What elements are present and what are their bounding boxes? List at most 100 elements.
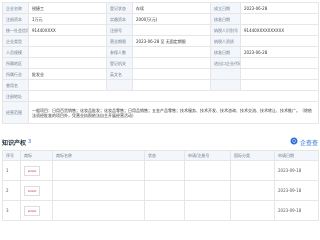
- class-cell: [230, 160, 275, 181]
- scope-value: 一般项目：日用百货销售；化妆品批发；化妆品零售；日用品销售；五金产品零售；技术服…: [28, 101, 319, 124]
- info-label: 核准日期: [210, 13, 241, 25]
- info-value: [240, 57, 319, 69]
- trademark-table: 序号 商标 商标名称 状态 申请/注册号 国际分类 申请日期 1 LOGO 20…: [2, 150, 319, 221]
- col-header: 申请/注册号: [184, 150, 231, 161]
- info-value: [28, 57, 107, 69]
- trademark-logo: LOGO: [24, 185, 40, 196]
- trademark-name-cell: [52, 200, 145, 221]
- class-cell: [230, 180, 275, 201]
- table-row[interactable]: 3 LOGO 2023-09-18: [2, 200, 319, 221]
- info-row: 人员规模 参保人数 核准日期 2023-06-28: [2, 46, 319, 58]
- brand-link[interactable]: Q 企查查: [290, 137, 318, 147]
- scope-label: 经营范围: [2, 101, 29, 124]
- info-value: 存续: [132, 2, 211, 14]
- section-title: 知识产权: [2, 139, 27, 147]
- info-label: 所属地区: [2, 57, 29, 69]
- info-label: 统一社会信用代码: [2, 24, 29, 36]
- info-value: 批发业: [28, 68, 107, 80]
- info-label: 纳税人识别号: [210, 24, 241, 36]
- company-info-table: 企业名称 锐捷工 登记状态 存续 成立日期 2023-06-28 注册资本 1万…: [2, 2, 319, 124]
- status-cell: [144, 160, 185, 181]
- info-value: 91440XXXX: [28, 24, 107, 36]
- info-value: [28, 79, 107, 91]
- info-label: [106, 79, 133, 91]
- info-label: 注册号: [106, 24, 133, 36]
- info-value: [132, 79, 211, 91]
- reg-cell: [184, 200, 231, 221]
- info-row: 注册资本 1万元 实缴资本 2000万(元) 核准日期: [2, 13, 319, 25]
- info-label: 核准日期: [210, 46, 241, 58]
- status-cell: [144, 180, 185, 201]
- info-label: 曾用名: [2, 79, 29, 91]
- trademark-logo-cell: LOGO: [20, 160, 53, 181]
- scope-row: 经营范围 一般项目：日用百货销售；化妆品批发；化妆品零售；日用品销售；五金产品零…: [2, 101, 319, 124]
- trademark-logo-cell: LOGO: [20, 200, 53, 221]
- status-cell: [144, 200, 185, 221]
- info-value: [132, 24, 211, 36]
- reg-cell: [184, 180, 231, 201]
- info-label: 登记状态: [106, 2, 133, 14]
- info-value: [28, 35, 107, 47]
- info-label: 实缴资本: [106, 13, 133, 25]
- trademark-section-header: 知识产权 3 Q 企查查: [2, 135, 318, 149]
- trademark-logo-cell: LOGO: [20, 180, 53, 201]
- info-value: [28, 46, 107, 58]
- address-label: 注册地址: [2, 90, 29, 102]
- info-label: 登记机关: [106, 57, 133, 69]
- info-label: [210, 68, 241, 80]
- svg-text:Q: Q: [292, 139, 296, 145]
- info-value: [240, 13, 319, 25]
- trademark-header-row: 序号 商标 商标名称 状态 申请/注册号 国际分类 申请日期: [2, 150, 319, 161]
- address-value: [28, 90, 319, 102]
- info-row: 统一社会信用代码 91440XXXX 注册号 纳税人识别号 91440XXXXX…: [2, 24, 319, 36]
- col-header: 序号: [2, 150, 21, 161]
- info-value: 2000万(元): [132, 13, 211, 25]
- info-value: [240, 79, 319, 91]
- trademark-logo: LOGO: [24, 165, 40, 176]
- info-label: 企业名称: [2, 2, 29, 14]
- info-label: 英文名: [106, 68, 133, 80]
- row-index: 3: [2, 200, 21, 221]
- info-value: 2023-06-28: [240, 46, 319, 58]
- info-value: [132, 46, 211, 58]
- col-header: 申请日期: [274, 150, 319, 161]
- info-label: 参保人数: [106, 46, 133, 58]
- page: 企业名称 锐捷工 登记状态 存续 成立日期 2023-06-28 注册资本 1万…: [0, 0, 320, 240]
- info-row: 企业类型 营业期限 2023-06-28 至 无固定期限 纳税人资质: [2, 35, 319, 47]
- info-value: [132, 68, 211, 80]
- info-value: [240, 35, 319, 47]
- info-value: 1万元: [28, 13, 107, 25]
- row-index: 2: [2, 180, 21, 201]
- col-header: 国际分类: [230, 150, 275, 161]
- info-label: 成立日期: [210, 2, 241, 14]
- info-row: 企业名称 锐捷工 登记状态 存续 成立日期 2023-06-28: [2, 2, 319, 14]
- info-label: 营业期限: [106, 35, 133, 47]
- info-label: 企业类型: [2, 35, 29, 47]
- col-header: 商标名称: [52, 150, 145, 161]
- trademark-name-cell: [52, 160, 145, 181]
- info-value: 锐捷工: [28, 2, 107, 14]
- info-label: 人员规模: [2, 46, 29, 58]
- info-value: [132, 57, 211, 69]
- info-row: 所属地区 登记机关 进出口企业代码: [2, 57, 319, 69]
- info-label: 所属行业: [2, 68, 29, 80]
- info-label: 纳税人资质: [210, 35, 241, 47]
- info-value: [240, 68, 319, 80]
- date-cell: 2023-09-18: [274, 160, 319, 181]
- info-row: 曾用名: [2, 79, 319, 91]
- trademark-logo: LOGO: [24, 205, 40, 216]
- info-value: 2023-06-28: [240, 2, 319, 14]
- table-row[interactable]: 2 LOGO 2023-09-18: [2, 180, 319, 201]
- brand-logo-icon: Q: [290, 137, 298, 147]
- class-cell: [230, 200, 275, 221]
- info-row: 所属行业 批发业 英文名: [2, 68, 319, 80]
- table-row[interactable]: 1 LOGO 2023-09-18: [2, 160, 319, 181]
- reg-cell: [184, 160, 231, 181]
- info-label: 注册资本: [2, 13, 29, 25]
- col-header: 状态: [144, 150, 185, 161]
- info-value: 91440XXXXXXXXXX: [240, 24, 319, 36]
- trademark-name-cell: [52, 180, 145, 201]
- address-row: 注册地址: [2, 90, 319, 102]
- info-value: 2023-06-28 至 无固定期限: [132, 35, 211, 47]
- brand-label: 企查查: [299, 139, 318, 147]
